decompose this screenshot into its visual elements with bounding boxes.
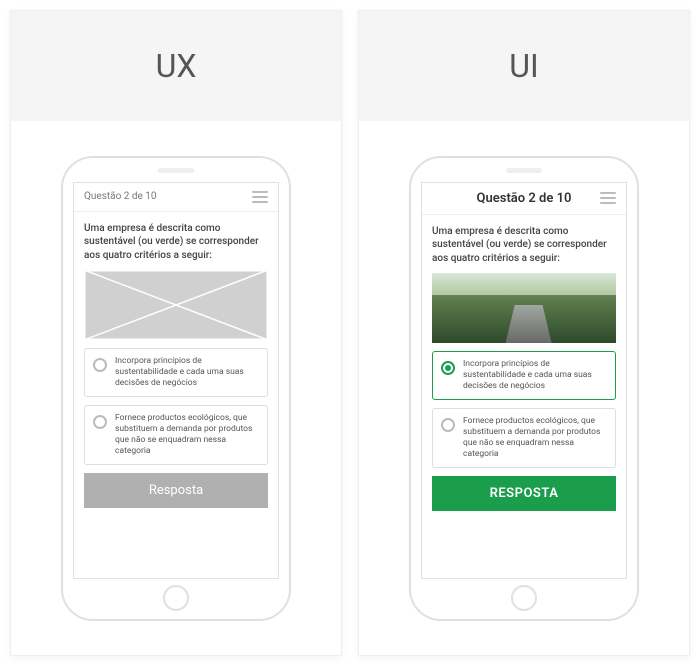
option-2[interactable]: Fornece productos ecológicos, que substi… (84, 405, 268, 465)
content-ui: Uma empresa é descrita como sustentável … (422, 215, 626, 578)
option-1[interactable]: Incorpora princípios de sustentabilidade… (432, 351, 616, 400)
ux-panel: UX Questão 2 de 10 Uma empresa é descrit… (10, 10, 342, 656)
phone-mockup-ux: Questão 2 de 10 Uma empresa é descrita c… (61, 156, 291, 621)
phone-speaker (158, 168, 194, 173)
phone-speaker (506, 168, 542, 173)
menu-icon[interactable] (252, 191, 268, 203)
option-1[interactable]: Incorpora princípios de sustentabilidade… (84, 348, 268, 397)
home-button[interactable] (163, 585, 189, 611)
question-progress: Questão 2 de 10 (84, 191, 157, 202)
phone-screen-ux: Questão 2 de 10 Uma empresa é descrita c… (73, 182, 279, 579)
ui-panel: UI Questão 2 de 10 Uma empresa é descrit… (358, 10, 690, 656)
image-placeholder-icon (84, 270, 268, 340)
radio-icon[interactable] (93, 358, 107, 372)
option-2-text: Fornece productos ecológicos, que substi… (115, 413, 259, 457)
menu-icon[interactable] (600, 192, 616, 204)
ux-panel-title: UX (11, 11, 341, 121)
phone-screen-ui: Questão 2 de 10 Uma empresa é descrita c… (421, 182, 627, 579)
question-progress: Questão 2 de 10 (448, 191, 600, 206)
home-button[interactable] (511, 585, 537, 611)
answer-button[interactable]: Resposta (84, 473, 268, 508)
topbar-ui: Questão 2 de 10 (422, 183, 626, 215)
radio-icon[interactable] (93, 415, 107, 429)
question-image (432, 273, 616, 343)
option-1-text: Incorpora princípios de sustentabilidade… (115, 356, 259, 389)
option-2[interactable]: Fornece productos ecológicos, que substi… (432, 408, 616, 468)
option-2-text: Fornece productos ecológicos, que substi… (463, 416, 607, 460)
question-text: Uma empresa é descrita como sustentável … (84, 222, 268, 263)
radio-icon[interactable] (441, 361, 455, 375)
option-1-text: Incorpora princípios de sustentabilidade… (463, 359, 607, 392)
ux-panel-body: Questão 2 de 10 Uma empresa é descrita c… (11, 121, 341, 655)
question-text: Uma empresa é descrita como sustentável … (432, 225, 616, 266)
topbar-ux: Questão 2 de 10 (74, 183, 278, 212)
ui-panel-title: UI (359, 11, 689, 121)
content-ux: Uma empresa é descrita como sustentável … (74, 212, 278, 578)
radio-icon[interactable] (441, 418, 455, 432)
phone-mockup-ui: Questão 2 de 10 Uma empresa é descrita c… (409, 156, 639, 621)
ui-panel-body: Questão 2 de 10 Uma empresa é descrita c… (359, 121, 689, 655)
answer-button[interactable]: RESPOSTA (432, 476, 616, 511)
